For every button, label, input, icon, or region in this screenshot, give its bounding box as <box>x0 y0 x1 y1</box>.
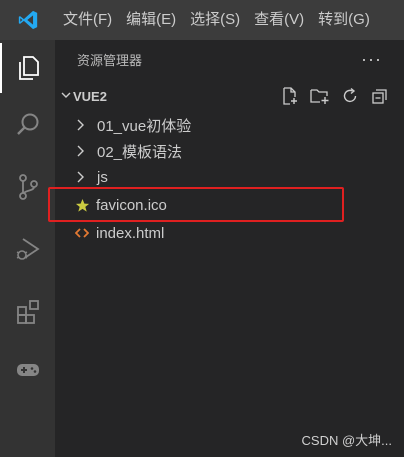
refresh-icon <box>343 87 357 103</box>
menu-bar: 文件(F) 编辑(E) 选择(S) 查看(V) 转到(G) <box>56 0 377 40</box>
new-file-button[interactable] <box>280 86 300 106</box>
tree-folder-label: js <box>97 168 108 186</box>
explorer-header: 资源管理器 ··· <box>55 40 404 78</box>
activity-extensions[interactable] <box>0 286 55 336</box>
source-control-icon <box>18 174 38 200</box>
explorer-title: 资源管理器 <box>77 52 143 68</box>
new-folder-icon <box>310 89 329 104</box>
activity-source-control[interactable] <box>0 162 55 212</box>
more-actions-button[interactable]: ··· <box>361 49 404 70</box>
new-file-icon <box>283 87 297 105</box>
tree-folder-row[interactable]: 02_模板语法 <box>55 138 404 164</box>
activity-gamepad[interactable] <box>0 345 55 395</box>
tree-folder-label: 01_vue初体验 <box>97 117 192 135</box>
activity-run-debug[interactable] <box>0 224 55 274</box>
chevron-right-icon <box>75 119 91 131</box>
menu-view[interactable]: 查看(V) <box>247 0 311 40</box>
workspace-section-header[interactable]: VUE2 <box>55 83 404 109</box>
activity-bar <box>0 40 55 457</box>
section-actions <box>280 83 390 109</box>
highlight-box <box>48 187 344 222</box>
refresh-button[interactable] <box>340 86 360 106</box>
gamepad-icon <box>16 364 39 376</box>
search-icon <box>16 113 38 135</box>
collapse-all-button[interactable] <box>370 86 390 106</box>
workspace-title: VUE2 <box>73 88 107 104</box>
tree-file-label: index.html <box>96 224 165 242</box>
collapse-all-icon <box>372 89 387 104</box>
menu-selection[interactable]: 选择(S) <box>183 0 247 40</box>
chevron-right-icon <box>75 171 91 183</box>
extensions-icon <box>16 300 39 324</box>
explorer-sidebar: 资源管理器 ··· VUE2 01_vue初体验 02_模板语法 js favi… <box>55 40 404 457</box>
run-debug-icon <box>16 238 40 260</box>
title-bar: 文件(F) 编辑(E) 选择(S) 查看(V) 转到(G) <box>0 0 404 40</box>
html-icon <box>74 227 90 239</box>
tree-file-row[interactable]: index.html <box>55 220 404 246</box>
tree-folder-row[interactable]: 01_vue初体验 <box>55 112 404 138</box>
vscode-logo-icon <box>0 0 56 40</box>
activity-explorer[interactable] <box>0 43 55 93</box>
tree-folder-label: 02_模板语法 <box>97 143 183 161</box>
menu-go[interactable]: 转到(G) <box>311 0 377 40</box>
chevron-right-icon <box>75 145 91 157</box>
watermark: CSDN @大坤... <box>301 433 392 448</box>
menu-file[interactable]: 文件(F) <box>56 0 119 40</box>
menu-edit[interactable]: 编辑(E) <box>119 0 183 40</box>
chevron-down-icon <box>61 89 71 103</box>
activity-search[interactable] <box>0 100 55 150</box>
new-folder-button[interactable] <box>310 86 330 106</box>
files-icon <box>18 56 39 80</box>
